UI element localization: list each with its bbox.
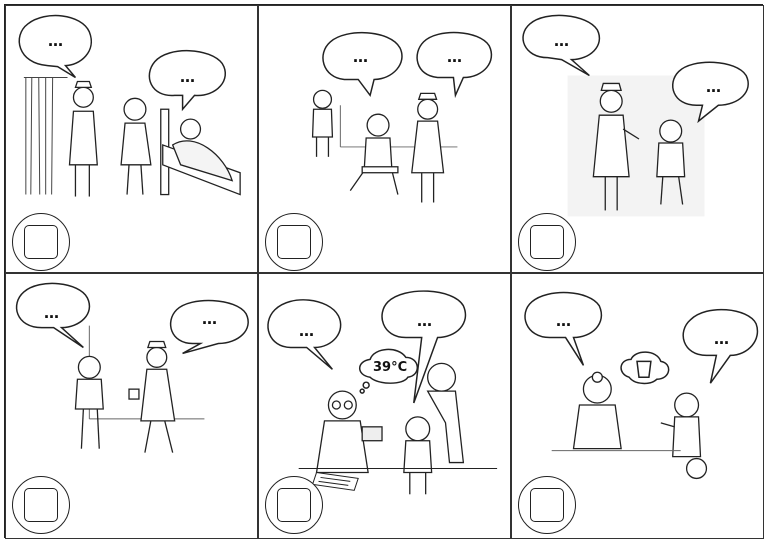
panel-1: … … bbox=[5, 5, 258, 273]
panel-1-bubble-1-text: … bbox=[48, 32, 64, 50]
panel-4-bubble-1-text: … bbox=[44, 304, 60, 322]
panel-2: … … bbox=[258, 5, 511, 273]
answer-box-icon[interactable] bbox=[277, 225, 311, 259]
panel-6: … … bbox=[511, 273, 764, 539]
panel-4-answer-circle[interactable] bbox=[12, 476, 70, 534]
answer-box-icon[interactable] bbox=[277, 488, 311, 522]
answer-box-icon[interactable] bbox=[530, 225, 564, 259]
panel-2-bubble-2-text: … bbox=[447, 48, 463, 66]
panel-4: … … bbox=[5, 273, 258, 539]
answer-box-icon[interactable] bbox=[24, 225, 58, 259]
panel-5: … … 39°C bbox=[258, 273, 511, 539]
panel-4-bubble-2-text: … bbox=[202, 310, 218, 328]
panel-1-answer-circle[interactable] bbox=[12, 213, 70, 271]
panel-6-answer-circle[interactable] bbox=[518, 476, 576, 534]
panel-5-answer-circle[interactable] bbox=[265, 476, 323, 534]
panel-5-bubble-1-text: … bbox=[299, 322, 315, 340]
panel-6-bubble-1-text: … bbox=[556, 312, 572, 330]
panel-6-bubble-2-text: … bbox=[714, 330, 730, 348]
panel-3-bubble-2-text: … bbox=[706, 78, 722, 96]
answer-box-icon[interactable] bbox=[530, 488, 564, 522]
panel-3: … … bbox=[511, 5, 764, 273]
panel-3-bubble-1-text: … bbox=[554, 32, 570, 50]
panel-3-answer-circle[interactable] bbox=[518, 213, 576, 271]
panel-5-bubble-2-text: … bbox=[417, 312, 433, 330]
answer-box-icon[interactable] bbox=[24, 488, 58, 522]
panel-1-bubble-2-text: … bbox=[180, 68, 196, 86]
panel-2-bubble-1-text: … bbox=[353, 48, 369, 66]
thought-temperature: 39°C bbox=[373, 360, 408, 375]
panel-2-answer-circle[interactable] bbox=[265, 213, 323, 271]
worksheet: … … … … … … … … … … 39°C … … bbox=[4, 4, 764, 539]
